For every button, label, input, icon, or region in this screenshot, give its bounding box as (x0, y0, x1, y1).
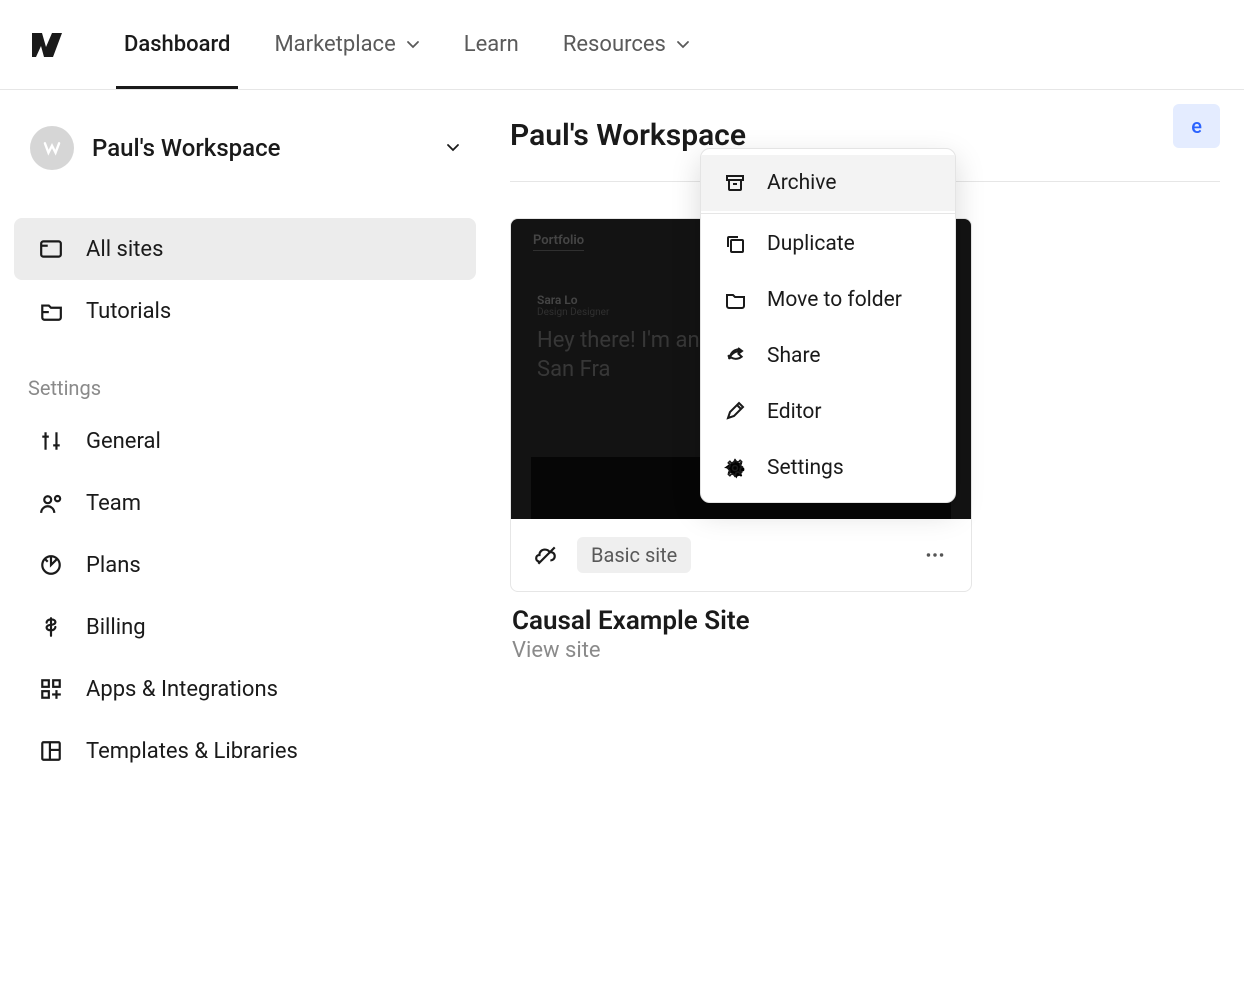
sidebar-item-templates-libraries[interactable]: Templates & Libraries (14, 720, 476, 782)
dollar-icon (38, 614, 64, 640)
site-title: Causal Example Site (512, 606, 1220, 636)
sidebar-item-label: Billing (86, 615, 146, 640)
nav-tab-label: Dashboard (124, 32, 230, 57)
sidebar-item-label: Tutorials (86, 299, 171, 324)
webflow-logo[interactable] (32, 31, 80, 59)
context-item-share[interactable]: Share (701, 328, 955, 384)
sidebar-item-tutorials[interactable]: Tutorials (14, 280, 476, 342)
folder-icon (723, 288, 747, 312)
sidebar-item-billing[interactable]: Billing (14, 596, 476, 658)
workspace-selector[interactable]: Paul's Workspace (14, 118, 476, 190)
sidebar-item-label: General (86, 429, 161, 454)
nav-tab-label: Learn (464, 32, 519, 57)
context-item-archive[interactable]: Archive (701, 155, 955, 211)
gear-icon (723, 456, 747, 480)
site-card-footer: Basic site (511, 519, 971, 591)
nav-tab-marketplace[interactable]: Marketplace (274, 0, 419, 89)
pencil-icon (723, 400, 747, 424)
nav-tab-dashboard[interactable]: Dashboard (124, 0, 230, 89)
plan-chip: Basic site (577, 537, 691, 573)
folder-cut-icon (38, 298, 64, 324)
context-item-label: Share (767, 344, 821, 368)
sidebar-item-label: Team (86, 491, 141, 516)
context-separator (701, 213, 955, 214)
sidebar-item-label: Apps & Integrations (86, 677, 278, 702)
sidebar-item-label: Templates & Libraries (86, 739, 298, 764)
chevron-down-icon (406, 38, 420, 52)
chevron-down-icon (676, 38, 690, 52)
sidebar-item-all-sites[interactable]: All sites (14, 218, 476, 280)
site-actions-menu-button[interactable] (921, 541, 949, 569)
apps-icon (38, 676, 64, 702)
context-item-settings[interactable]: Settings (701, 440, 955, 496)
plans-icon (38, 552, 64, 578)
context-item-label: Editor (767, 400, 821, 424)
window-icon (38, 236, 64, 262)
sidebar-item-general[interactable]: General (14, 410, 476, 472)
context-item-editor[interactable]: Editor (701, 384, 955, 440)
site-context-menu: Archive Duplicate Move to folder Share Edito… (700, 148, 956, 503)
sidebar-item-label: Plans (86, 553, 141, 578)
archive-icon (723, 171, 747, 195)
sidebar-item-label: All sites (86, 237, 163, 262)
nav-tab-learn[interactable]: Learn (464, 0, 519, 89)
view-site-link[interactable]: View site (512, 638, 1220, 663)
context-item-move-to-folder[interactable]: Move to folder (701, 272, 955, 328)
workspace-avatar-icon (30, 126, 74, 170)
sidebar-item-plans[interactable]: Plans (14, 534, 476, 596)
nav-tab-resources[interactable]: Resources (563, 0, 690, 89)
team-icon (38, 490, 64, 516)
sidebar: Paul's Workspace All sites Tutorials Sett… (0, 90, 490, 1006)
context-item-label: Move to folder (767, 288, 902, 312)
new-site-button[interactable]: e (1173, 104, 1220, 148)
chevron-down-icon (446, 141, 460, 155)
context-item-label: Duplicate (767, 232, 855, 256)
sidebar-settings-heading: Settings (14, 342, 476, 410)
workspace-name: Paul's Workspace (92, 134, 428, 162)
share-icon (723, 344, 747, 368)
unpublished-icon (533, 542, 559, 568)
sidebar-item-apps-integrations[interactable]: Apps & Integrations (14, 658, 476, 720)
context-item-label: Archive (767, 171, 836, 195)
context-item-label: Settings (767, 456, 844, 480)
nav-tab-label: Resources (563, 32, 666, 57)
top-nav: Dashboard Marketplace Learn Resources (0, 0, 1244, 90)
sidebar-item-team[interactable]: Team (14, 472, 476, 534)
sliders-icon (38, 428, 64, 454)
duplicate-icon (723, 232, 747, 256)
nav-tab-label: Marketplace (274, 32, 395, 57)
context-item-duplicate[interactable]: Duplicate (701, 216, 955, 272)
templates-icon (38, 738, 64, 764)
